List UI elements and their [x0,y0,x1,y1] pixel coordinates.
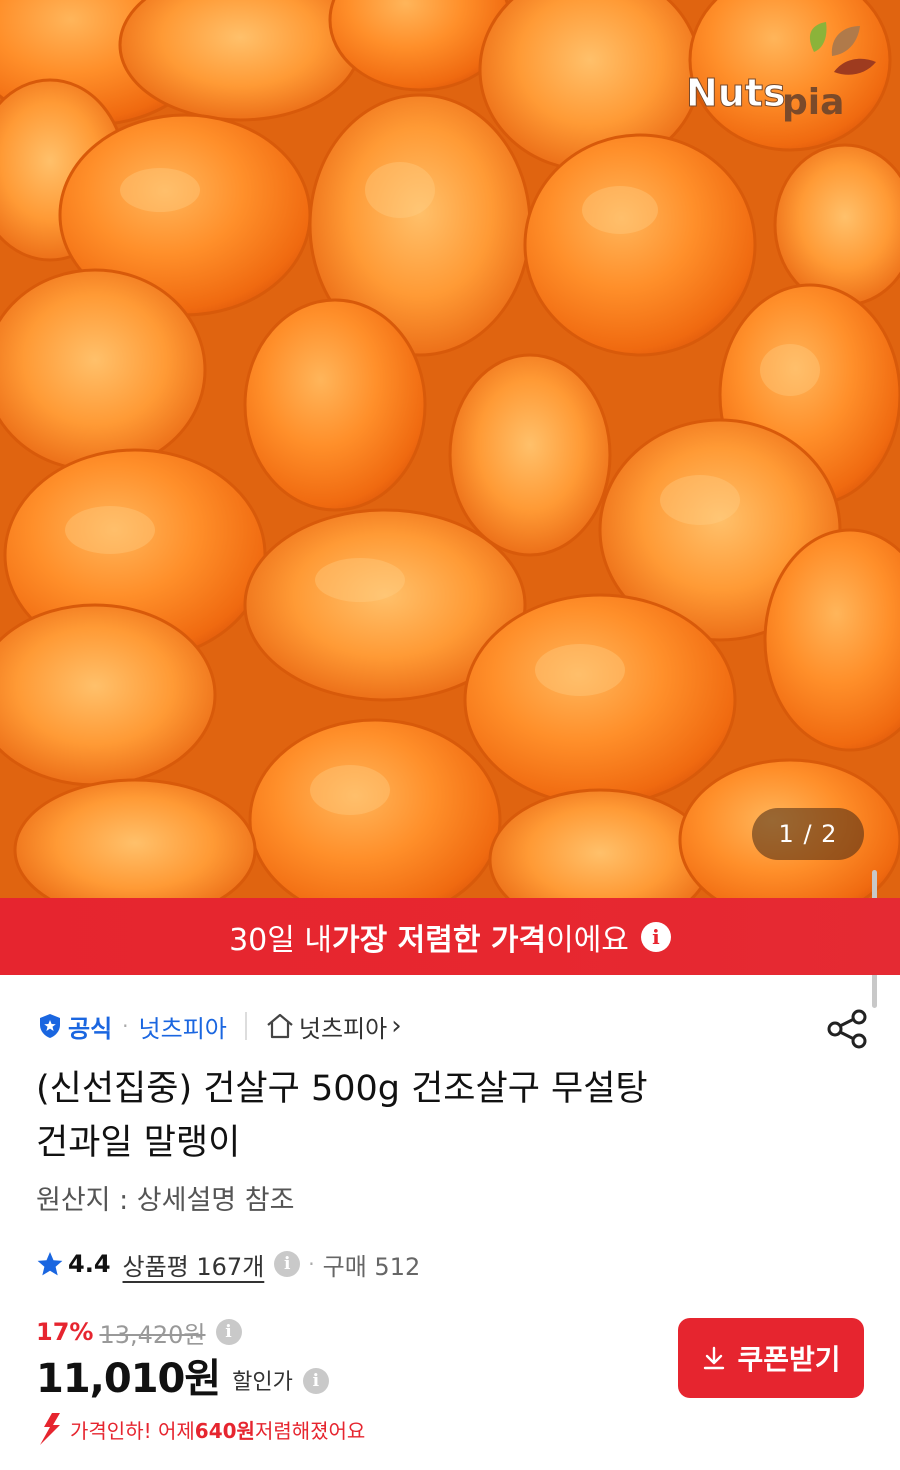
lowest-price-banner: 30일 내 가장 저렴한 가격 이에요 i [0,898,900,975]
home-icon [267,1013,293,1039]
official-label: 공식 [68,1014,113,1043]
product-photo [0,0,900,898]
star-icon [37,1252,63,1276]
sale-price-row: 11,010원 할인가 i [36,1352,329,1404]
price-drop-prefix: 가격인하! 어제 [70,1418,195,1443]
info-icon[interactable]: i [302,1368,329,1394]
separator-dot: · [308,1252,315,1276]
price-drop-notice: 가격인하! 어제 640원 저렴해졌어요 [36,1410,365,1448]
brand-logo: Nuts pia [686,22,876,123]
banner-text-suffix: 이에요 [546,922,629,958]
sale-price-label: 할인가 [232,1370,293,1395]
share-icon[interactable] [826,1008,868,1050]
info-icon[interactable]: i [274,1251,301,1277]
official-badge: 공식 [36,1009,112,1044]
review-count-link[interactable]: 상품평 167개 [123,1247,265,1282]
coupon-download-button[interactable]: 쿠폰받기 [678,1318,864,1398]
divider [244,1012,247,1040]
banner-text-bold: 가장 저렴한 가격 [332,922,547,958]
price-drop-suffix: 저렴해졌어요 [254,1418,366,1443]
coupon-button-label: 쿠폰받기 [737,1343,841,1376]
store-label: 넛츠피아 [298,1014,388,1043]
image-page-indicator: 1 / 2 [752,808,864,860]
seller-row: 공식 · 넛츠피아 넛츠피아 › [36,1006,402,1046]
original-price: 13,420원 [99,1320,206,1349]
original-price-row: 17% 13,420원 i [36,1316,242,1349]
shield-star-icon [40,1014,60,1038]
rating-row: 4.4 상품평 167개 i · 구매 512 [36,1244,420,1284]
banner-text-prefix: 30일 내 [229,922,332,958]
info-icon[interactable]: i [215,1319,242,1345]
store-link[interactable]: 넛츠피아 › [265,1009,402,1044]
svg-text:pia: pia [782,82,844,123]
origin-info: 원산지 : 상세설명 참조 [36,1185,295,1216]
svg-text:Nuts: Nuts [686,71,786,115]
info-icon[interactable]: i [640,921,671,952]
rating-score: 4.4 [68,1250,111,1278]
price-down-arrow-icon [40,1413,60,1445]
purchase-count: 구매 512 [322,1252,421,1281]
separator-dot: · [122,1014,129,1038]
seller-name-link[interactable]: 넛츠피아 [139,1009,227,1044]
discount-rate: 17% [36,1318,94,1346]
product-image-carousel[interactable]: Nuts pia 1 / 2 [0,0,900,898]
price-drop-amount: 640원 [194,1418,255,1443]
product-title-line1: (신선집중) 건살구 500g 건조살구 무설탕 [36,1069,648,1109]
sale-price: 11,010원 [36,1356,221,1402]
product-title-line2: 건과일 말랭이 [36,1123,241,1163]
product-title: (신선집중) 건살구 500g 건조살구 무설탕 건과일 말랭이 [36,1062,836,1170]
download-icon [704,1346,725,1370]
chevron-right-icon: › [391,1011,402,1041]
